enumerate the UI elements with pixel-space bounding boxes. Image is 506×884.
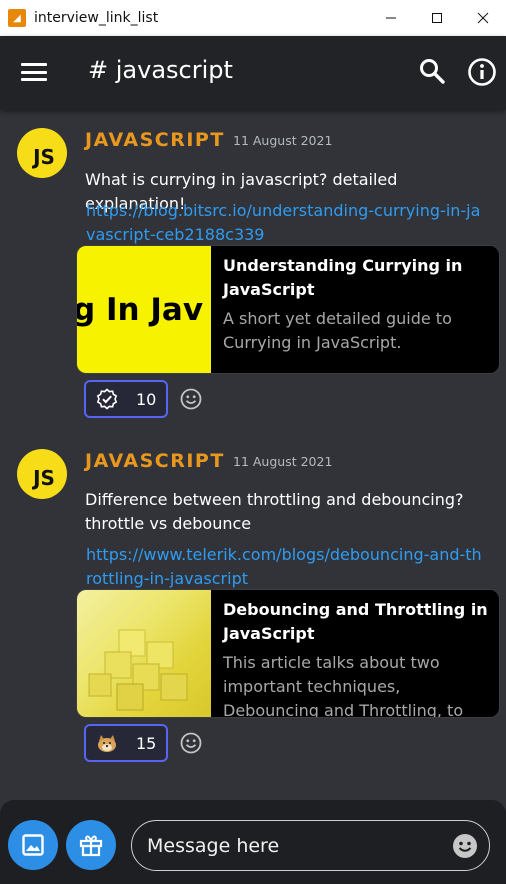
message-text: Difference between throttling and deboun… (85, 490, 464, 533)
image-icon (22, 834, 44, 856)
close-icon (477, 12, 489, 24)
embed-body: Debouncing and Throttling in JavaScript … (211, 590, 499, 717)
maximize-button[interactable] (414, 0, 460, 36)
avatar[interactable]: JS (17, 128, 67, 178)
menu-icon-bar (21, 63, 47, 66)
search-icon[interactable] (418, 57, 446, 85)
avatar-text: JS (33, 466, 55, 490)
embed-title: Understanding Currying in JavaScript (223, 256, 463, 299)
add-reaction-icon[interactable] (180, 388, 202, 410)
embed-description: A short yet detailed guide to Currying i… (223, 309, 452, 352)
add-reaction-icon[interactable] (180, 732, 202, 754)
reaction-count: 15 (136, 733, 157, 753)
message-input-wrapper (131, 820, 490, 871)
message-link[interactable]: https://blog.bitsrc.io/understanding-cur… (86, 199, 486, 247)
embed-thumbnail: g In Jav (77, 246, 211, 373)
menu-icon-bar (21, 70, 47, 74)
embed-description: This article talks about two important t… (223, 653, 464, 717)
cubes-image (88, 629, 188, 711)
channel-title: # javascript (88, 56, 233, 84)
embed-title: Debouncing and Throttling in JavaScript (223, 600, 488, 643)
minimize-icon (386, 17, 396, 19)
menu-button[interactable] (20, 60, 48, 84)
message-input[interactable] (147, 834, 437, 857)
message-author[interactable]: JAVASCRIPT (85, 129, 225, 151)
emoji-icon[interactable] (452, 833, 478, 859)
link-embed[interactable]: g In Jav Understanding Currying in JavaS… (76, 245, 500, 374)
message-date: 11 August 2021 (233, 454, 333, 469)
message-author[interactable]: JAVASCRIPT (85, 450, 225, 472)
avatar[interactable]: JS (17, 449, 67, 499)
embed-body: Understanding Currying in JavaScript A s… (211, 246, 499, 373)
avatar-text: JS (33, 145, 55, 169)
reaction-count: 10 (136, 389, 157, 409)
link-embed[interactable]: Debouncing and Throttling in JavaScript … (76, 589, 500, 718)
gift-button[interactable] (66, 820, 116, 870)
message-link[interactable]: https://www.telerik.com/blogs/debouncing… (86, 543, 486, 591)
info-icon[interactable] (467, 57, 497, 87)
embed-thumbnail (77, 590, 211, 717)
app-icon: ◢ (8, 9, 26, 27)
attach-image-button[interactable] (8, 820, 58, 870)
window-controls (368, 0, 506, 36)
reaction-chip[interactable]: 15 (84, 724, 168, 762)
reaction-chip[interactable]: 10 (84, 380, 168, 418)
app-header: # javascript (0, 36, 506, 110)
gift-icon (79, 835, 103, 857)
message-composer (0, 800, 506, 884)
window-title: interview_link_list (34, 10, 159, 26)
message-date: 11 August 2021 (233, 133, 333, 148)
window-titlebar: ◢ interview_link_list (0, 0, 506, 36)
maximize-icon (432, 13, 442, 23)
menu-icon-bar (21, 78, 47, 81)
close-button[interactable] (460, 0, 506, 36)
verified-badge-icon (96, 388, 118, 410)
doge-icon (98, 735, 116, 752)
minimize-button[interactable] (368, 0, 414, 36)
embed-thumbnail-text: g In Jav (77, 291, 204, 328)
